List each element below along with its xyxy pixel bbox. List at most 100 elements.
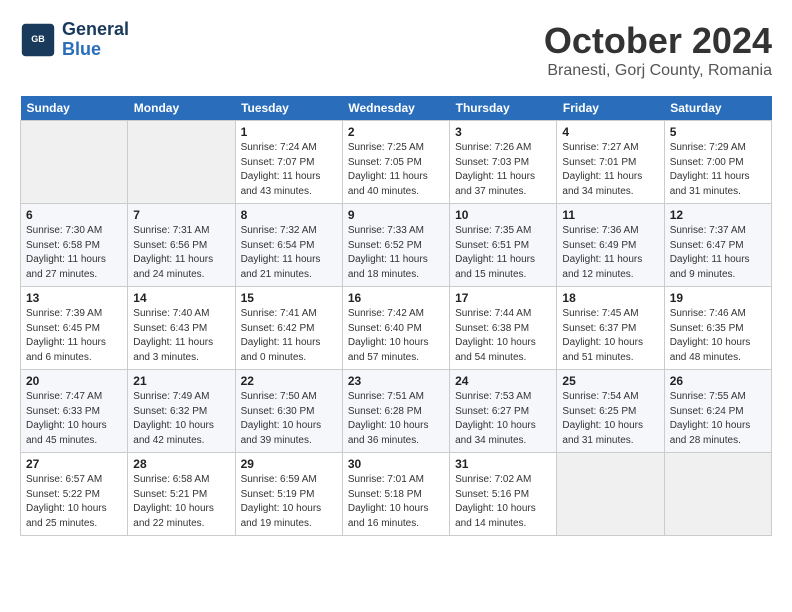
page-header: GB General Blue October 2024 Branesti, G… [20,20,772,80]
calendar-cell: 11 Sunrise: 7:36 AM Sunset: 6:49 PM Dayli… [557,204,664,287]
weekday-header-friday: Friday [557,96,664,121]
day-number: 8 [241,208,337,222]
day-info: Sunrise: 7:42 AM Sunset: 6:40 PM Dayligh… [348,307,444,365]
day-number: 22 [241,374,337,388]
calendar-week-4: 20 Sunrise: 7:47 AM Sunset: 6:33 PM Dayli… [21,370,772,453]
calendar-cell: 1Sunrise: 7:24 AM Sunset: 7:07 PM Daylig… [235,121,342,204]
day-info: Sunrise: 7:53 AM Sunset: 6:27 PM Dayligh… [455,390,551,448]
day-info: Sunrise: 7:25 AM Sunset: 7:05 PM Dayligh… [348,141,444,199]
calendar-cell [21,121,128,204]
calendar-cell [128,121,235,204]
day-number: 25 [562,374,658,388]
calendar-cell: 9 Sunrise: 7:33 AM Sunset: 6:52 PM Daylig… [342,204,449,287]
day-info: Sunrise: 7:41 AM Sunset: 6:42 PM Dayligh… [241,307,337,365]
weekday-header-thursday: Thursday [450,96,557,121]
day-info: Sunrise: 7:47 AM Sunset: 6:33 PM Dayligh… [26,390,122,448]
day-info: Sunrise: 7:51 AM Sunset: 6:28 PM Dayligh… [348,390,444,448]
day-number: 9 [348,208,444,222]
calendar-cell: 20 Sunrise: 7:47 AM Sunset: 6:33 PM Dayli… [21,370,128,453]
calendar-cell [664,453,771,536]
calendar-cell: 30 Sunrise: 7:01 AM Sunset: 5:18 PM Dayli… [342,453,449,536]
calendar-cell: 12Sunrise: 7:37 AM Sunset: 6:47 PM Dayli… [664,204,771,287]
calendar-cell: 24 Sunrise: 7:53 AM Sunset: 6:27 PM Dayli… [450,370,557,453]
day-info: Sunrise: 7:29 AM Sunset: 7:00 PM Dayligh… [670,141,766,199]
day-info: Sunrise: 7:31 AM Sunset: 6:56 PM Dayligh… [133,224,229,282]
day-number: 16 [348,291,444,305]
day-info: Sunrise: 7:54 AM Sunset: 6:25 PM Dayligh… [562,390,658,448]
calendar-week-3: 13 Sunrise: 7:39 AM Sunset: 6:45 PM Dayli… [21,287,772,370]
calendar-week-1: 1Sunrise: 7:24 AM Sunset: 7:07 PM Daylig… [21,121,772,204]
day-number: 18 [562,291,658,305]
day-info: Sunrise: 6:58 AM Sunset: 5:21 PM Dayligh… [133,473,229,531]
day-number: 13 [26,291,122,305]
day-info: Sunrise: 7:40 AM Sunset: 6:43 PM Dayligh… [133,307,229,365]
day-info: Sunrise: 7:32 AM Sunset: 6:54 PM Dayligh… [241,224,337,282]
calendar-cell: 25 Sunrise: 7:54 AM Sunset: 6:25 PM Dayli… [557,370,664,453]
day-info: Sunrise: 7:30 AM Sunset: 6:58 PM Dayligh… [26,224,122,282]
calendar-cell: 31Sunrise: 7:02 AM Sunset: 5:16 PM Dayli… [450,453,557,536]
day-number: 10 [455,208,551,222]
day-info: Sunrise: 7:50 AM Sunset: 6:30 PM Dayligh… [241,390,337,448]
calendar-cell [557,453,664,536]
weekday-header-saturday: Saturday [664,96,771,121]
day-number: 17 [455,291,551,305]
calendar-cell: 8 Sunrise: 7:32 AM Sunset: 6:54 PM Daylig… [235,204,342,287]
calendar-cell: 19 Sunrise: 7:46 AM Sunset: 6:35 PM Dayli… [664,287,771,370]
day-info: Sunrise: 7:39 AM Sunset: 6:45 PM Dayligh… [26,307,122,365]
day-info: Sunrise: 7:37 AM Sunset: 6:47 PM Dayligh… [670,224,766,282]
day-info: Sunrise: 6:59 AM Sunset: 5:19 PM Dayligh… [241,473,337,531]
day-number: 19 [670,291,766,305]
calendar-cell: 10 Sunrise: 7:35 AM Sunset: 6:51 PM Dayli… [450,204,557,287]
day-info: Sunrise: 7:27 AM Sunset: 7:01 PM Dayligh… [562,141,658,199]
calendar-cell: 15Sunrise: 7:41 AM Sunset: 6:42 PM Dayli… [235,287,342,370]
day-number: 2 [348,125,444,139]
day-number: 14 [133,291,229,305]
day-info: Sunrise: 7:26 AM Sunset: 7:03 PM Dayligh… [455,141,551,199]
calendar-body: 1Sunrise: 7:24 AM Sunset: 7:07 PM Daylig… [21,121,772,536]
day-info: Sunrise: 7:02 AM Sunset: 5:16 PM Dayligh… [455,473,551,531]
calendar-cell: 21 Sunrise: 7:49 AM Sunset: 6:32 PM Dayli… [128,370,235,453]
weekday-header-wednesday: Wednesday [342,96,449,121]
day-number: 30 [348,457,444,471]
calendar-cell: 22 Sunrise: 7:50 AM Sunset: 6:30 PM Dayli… [235,370,342,453]
weekday-header-tuesday: Tuesday [235,96,342,121]
calendar-cell: 4 Sunrise: 7:27 AM Sunset: 7:01 PM Daylig… [557,121,664,204]
day-info: Sunrise: 7:36 AM Sunset: 6:49 PM Dayligh… [562,224,658,282]
calendar-cell: 7 Sunrise: 7:31 AM Sunset: 6:56 PM Daylig… [128,204,235,287]
calendar-cell: 23 Sunrise: 7:51 AM Sunset: 6:28 PM Dayli… [342,370,449,453]
day-info: Sunrise: 7:35 AM Sunset: 6:51 PM Dayligh… [455,224,551,282]
calendar-cell: 5 Sunrise: 7:29 AM Sunset: 7:00 PM Daylig… [664,121,771,204]
day-number: 7 [133,208,229,222]
day-info: Sunrise: 7:55 AM Sunset: 6:24 PM Dayligh… [670,390,766,448]
title-section: October 2024 Branesti, Gorj County, Roma… [544,20,772,80]
day-number: 6 [26,208,122,222]
calendar-header-row: SundayMondayTuesdayWednesdayThursdayFrid… [21,96,772,121]
calendar-cell: 26Sunrise: 7:55 AM Sunset: 6:24 PM Dayli… [664,370,771,453]
calendar-cell: 27Sunrise: 6:57 AM Sunset: 5:22 PM Dayli… [21,453,128,536]
day-info: Sunrise: 7:49 AM Sunset: 6:32 PM Dayligh… [133,390,229,448]
day-info: Sunrise: 7:01 AM Sunset: 5:18 PM Dayligh… [348,473,444,531]
day-number: 24 [455,374,551,388]
location-subtitle: Branesti, Gorj County, Romania [544,62,772,80]
day-number: 21 [133,374,229,388]
calendar-cell: 3 Sunrise: 7:26 AM Sunset: 7:03 PM Daylig… [450,121,557,204]
day-number: 1 [241,125,337,139]
day-info: Sunrise: 7:46 AM Sunset: 6:35 PM Dayligh… [670,307,766,365]
day-number: 23 [348,374,444,388]
day-info: Sunrise: 7:33 AM Sunset: 6:52 PM Dayligh… [348,224,444,282]
calendar-cell: 2 Sunrise: 7:25 AM Sunset: 7:05 PM Daylig… [342,121,449,204]
day-number: 4 [562,125,658,139]
calendar-cell: 6 Sunrise: 7:30 AM Sunset: 6:58 PM Daylig… [21,204,128,287]
day-number: 3 [455,125,551,139]
calendar-cell: 16 Sunrise: 7:42 AM Sunset: 6:40 PM Dayli… [342,287,449,370]
calendar-cell: 28Sunrise: 6:58 AM Sunset: 5:21 PM Dayli… [128,453,235,536]
day-number: 5 [670,125,766,139]
weekday-header-monday: Monday [128,96,235,121]
day-number: 27 [26,457,122,471]
calendar-week-5: 27Sunrise: 6:57 AM Sunset: 5:22 PM Dayli… [21,453,772,536]
calendar-week-2: 6 Sunrise: 7:30 AM Sunset: 6:58 PM Daylig… [21,204,772,287]
day-number: 20 [26,374,122,388]
day-number: 11 [562,208,658,222]
logo: GB General Blue [20,20,129,60]
logo-icon: GB [20,22,56,58]
